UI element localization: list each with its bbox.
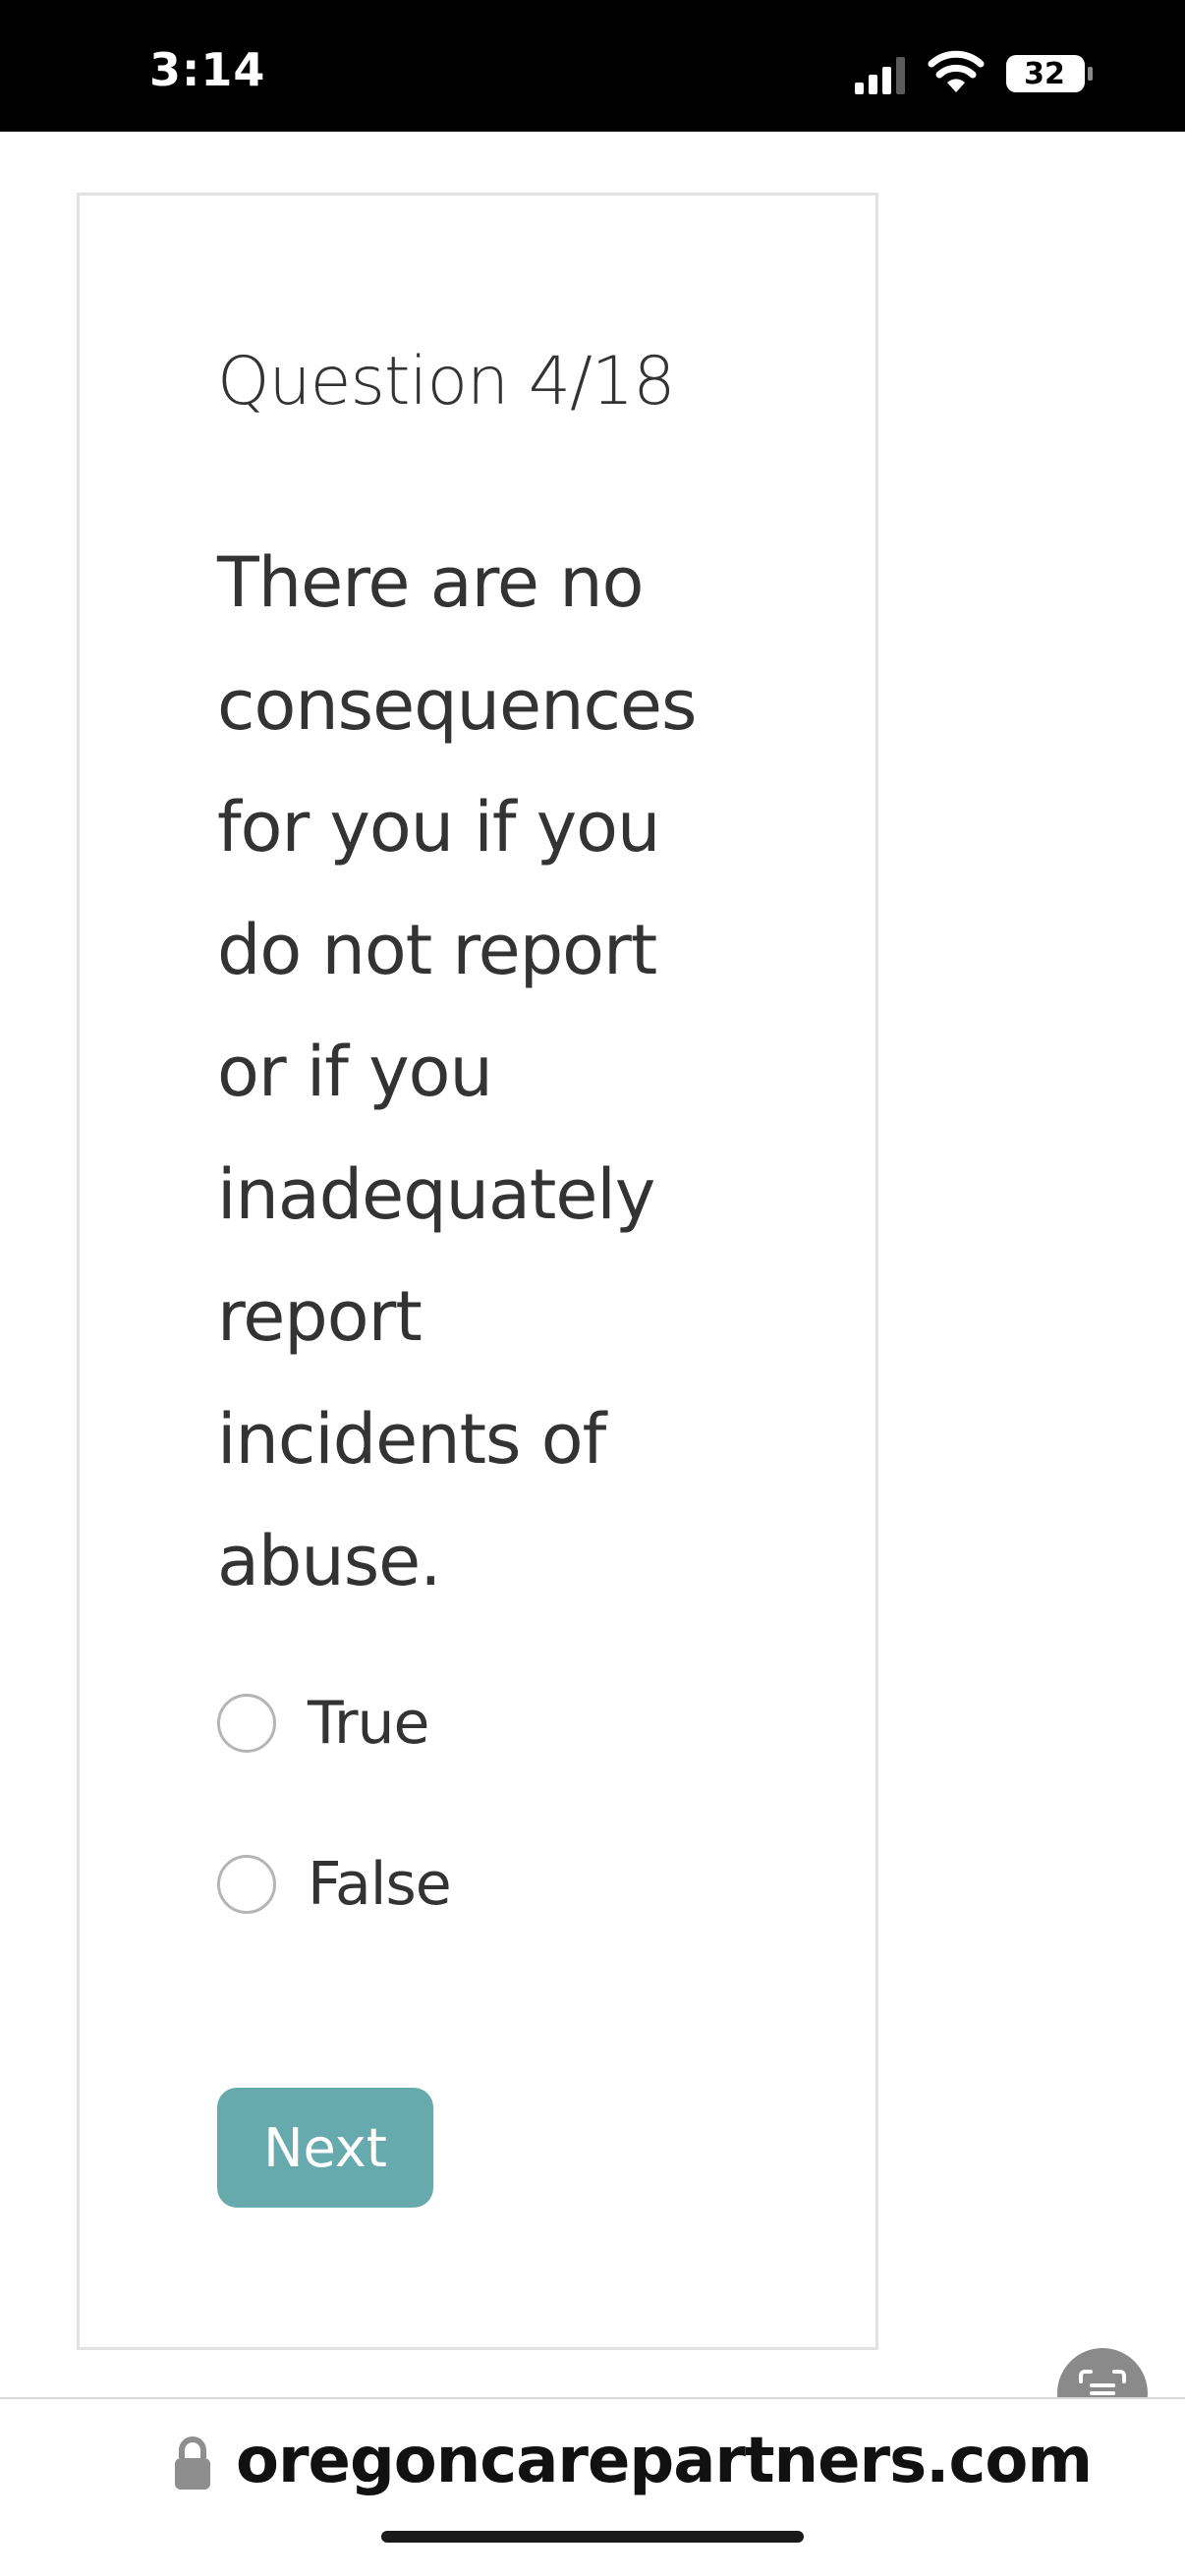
question-text: There are no consequences for you if you… <box>217 522 728 1623</box>
question-line: or if you <box>217 1032 493 1112</box>
signal-icon <box>855 57 905 94</box>
wifi-icon <box>928 50 985 92</box>
question-line: There are no <box>217 542 644 623</box>
status-time: 3:14 <box>149 43 266 96</box>
question-line: for you if you <box>217 787 660 868</box>
lock-icon <box>175 2436 210 2490</box>
option-true[interactable]: True <box>217 1689 429 1758</box>
question-line: abuse. <box>217 1521 441 1601</box>
radio-true[interactable] <box>217 1694 276 1753</box>
question-line: do not report <box>217 909 657 990</box>
home-indicator[interactable] <box>381 2531 804 2543</box>
url-text[interactable]: oregoncarepartners.com <box>236 2425 1093 2497</box>
quiz-card: Question 4/18 There are no consequences … <box>77 193 878 2350</box>
question-line: incidents of <box>217 1398 606 1480</box>
option-true-label[interactable]: True <box>308 1689 429 1758</box>
option-false[interactable]: False <box>217 1850 452 1919</box>
option-false-label[interactable]: False <box>308 1850 452 1919</box>
question-line: consequences <box>217 664 697 746</box>
radio-false[interactable] <box>217 1855 276 1914</box>
battery-level: 32 <box>1024 56 1065 91</box>
question-number: Question 4/18 <box>217 343 675 420</box>
question-line: inadequately <box>217 1153 655 1235</box>
status-bar: 3:14 32 <box>0 0 1185 132</box>
next-button[interactable]: Next <box>217 2088 433 2208</box>
question-line: report <box>217 1276 423 1357</box>
